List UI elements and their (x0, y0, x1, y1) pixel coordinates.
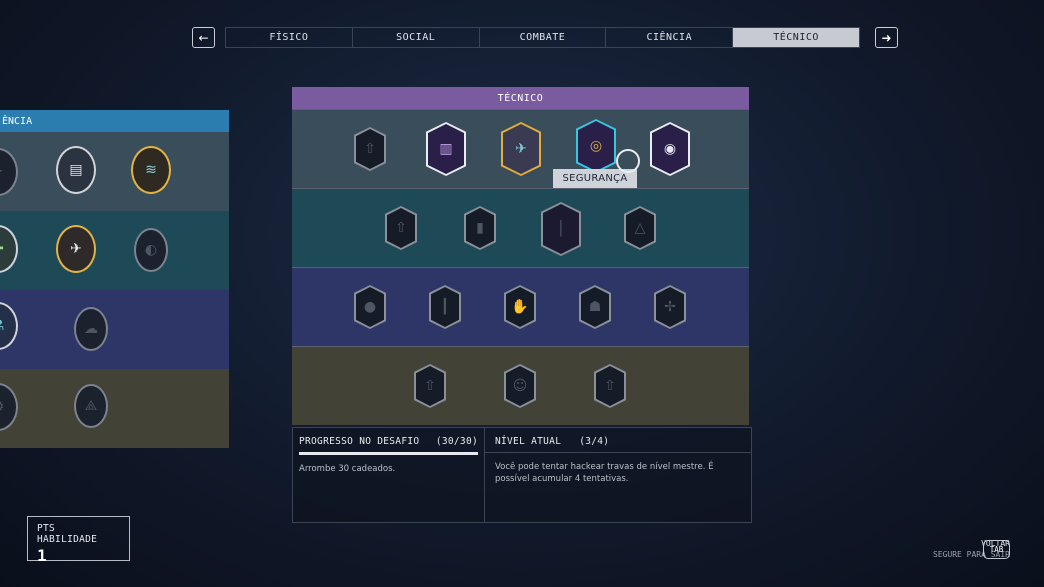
rank-panel: NÍVEL ATUAL (3/4) Você pode tentar hacke… (485, 428, 751, 522)
previous-category-button[interactable]: ← (192, 27, 215, 48)
skill-badge[interactable]: ⟁ (74, 384, 108, 428)
skill-hex[interactable]: ☺ (504, 364, 536, 408)
ciencia-skill-tree: ÊNCIA ✦ ▤ ≋ ✚ ✈ ◐ ⚗ ☁ ⚙ ⟁ (0, 110, 229, 448)
skill-hex[interactable]: ⇧ (385, 206, 417, 250)
skill-hex[interactable]: △ (624, 206, 656, 250)
tecnico-rank-row-3: ● ┃ ✋ ☗ ✢ (292, 267, 749, 346)
tab-combate[interactable]: COMBATE (480, 28, 607, 47)
skill-hex[interactable]: ┃ (429, 285, 461, 329)
rank-value: (3/4) (579, 436, 610, 447)
tab-social[interactable]: SOCIAL (353, 28, 480, 47)
skill-hex[interactable]: │ (541, 202, 581, 256)
tab-ciencia[interactable]: CIÊNCIA (606, 28, 734, 47)
skill-badge[interactable]: ☁ (74, 307, 108, 351)
skill-hex[interactable]: ▮ (464, 206, 496, 250)
skill-hex-unlocked[interactable]: ✈ (501, 122, 541, 176)
skill-hex[interactable]: ● (354, 285, 386, 329)
skill-badge[interactable]: ⚗ (0, 302, 18, 350)
skill-hex-unlocked[interactable]: ◉ (650, 122, 690, 176)
tecnico-skill-tree: TÉCNICO ⇧ ▥ ✈ ◎ ◉ ⇧ ▮ │ △ ● ┃ ✋ ☗ ✢ ⇧ ☺ … (292, 87, 749, 425)
ciencia-tree-header: ÊNCIA (0, 110, 229, 132)
category-tabs: FÍSICO SOCIAL COMBATE CIÊNCIA TÉCNICO (225, 27, 860, 48)
skill-badge[interactable]: ✦ (0, 148, 18, 196)
skill-hex[interactable]: ✢ (654, 285, 686, 329)
challenge-description: Arrombe 30 cadeados. (299, 464, 396, 474)
ciencia-rank-row-1: ✦ ▤ ≋ (0, 132, 229, 211)
skill-info-panel: PROGRESSO NO DESAFIO (30/30) Arrombe 30 … (292, 427, 752, 523)
skill-hex[interactable]: ☗ (579, 285, 611, 329)
skill-hex[interactable]: ✋ (504, 285, 536, 329)
rank-divider (485, 452, 751, 453)
ciencia-rank-row-3: ⚗ ☁ (0, 290, 229, 369)
skill-points-value: 1 (37, 546, 47, 565)
ciencia-rank-row-2: ✚ ✈ ◐ (0, 211, 229, 290)
skill-badge[interactable]: ✈ (56, 225, 96, 273)
skill-badge[interactable]: ✚ (0, 225, 18, 273)
tab-key-button[interactable]: TAB (983, 540, 1010, 559)
skill-hex[interactable]: ⇧ (594, 364, 626, 408)
arrow-right-icon: ➜ (881, 30, 892, 45)
challenge-title: PROGRESSO NO DESAFIO (299, 436, 420, 447)
skill-hex-unlocked[interactable]: ▥ (426, 122, 466, 176)
skill-hex[interactable]: ⇧ (414, 364, 446, 408)
rank-title: NÍVEL ATUAL (495, 436, 562, 447)
tecnico-rank-row-4: ⇧ ☺ ⇧ (292, 346, 749, 425)
tab-fisico[interactable]: FÍSICO (226, 28, 353, 47)
skill-badge[interactable]: ▤ (56, 146, 96, 194)
tecnico-tree-header: TÉCNICO (292, 87, 749, 109)
skill-badge[interactable]: ≋ (131, 146, 171, 194)
challenge-progress-fill (299, 452, 478, 455)
tecnico-rank-row-2: ⇧ ▮ │ △ (292, 188, 749, 267)
skill-badge[interactable]: ⚙ (0, 383, 18, 431)
tecnico-rank-row-1: ⇧ ▥ ✈ ◎ ◉ (292, 109, 749, 188)
ciencia-rank-row-4: ⚙ ⟁ (0, 369, 229, 448)
challenge-progress-bar (299, 452, 478, 455)
challenge-panel: PROGRESSO NO DESAFIO (30/30) Arrombe 30 … (293, 428, 485, 522)
challenge-count: (30/30) (435, 436, 478, 447)
skill-hex[interactable]: ⇧ (354, 127, 386, 171)
arrow-left-icon: ← (198, 30, 209, 45)
rank-description: Você pode tentar hackear travas de nível… (495, 462, 714, 484)
tab-tecnico[interactable]: TÉCNICO (733, 28, 859, 47)
skill-badge[interactable]: ◐ (134, 228, 168, 272)
next-category-button[interactable]: ➜ (875, 27, 898, 48)
skill-points-label: PTS HABILIDADE (37, 523, 98, 545)
skill-hex-selected[interactable]: ◎ (576, 119, 616, 173)
skill-points-box: PTS HABILIDADE 1 (27, 516, 130, 565)
cursor-icon (616, 149, 640, 173)
